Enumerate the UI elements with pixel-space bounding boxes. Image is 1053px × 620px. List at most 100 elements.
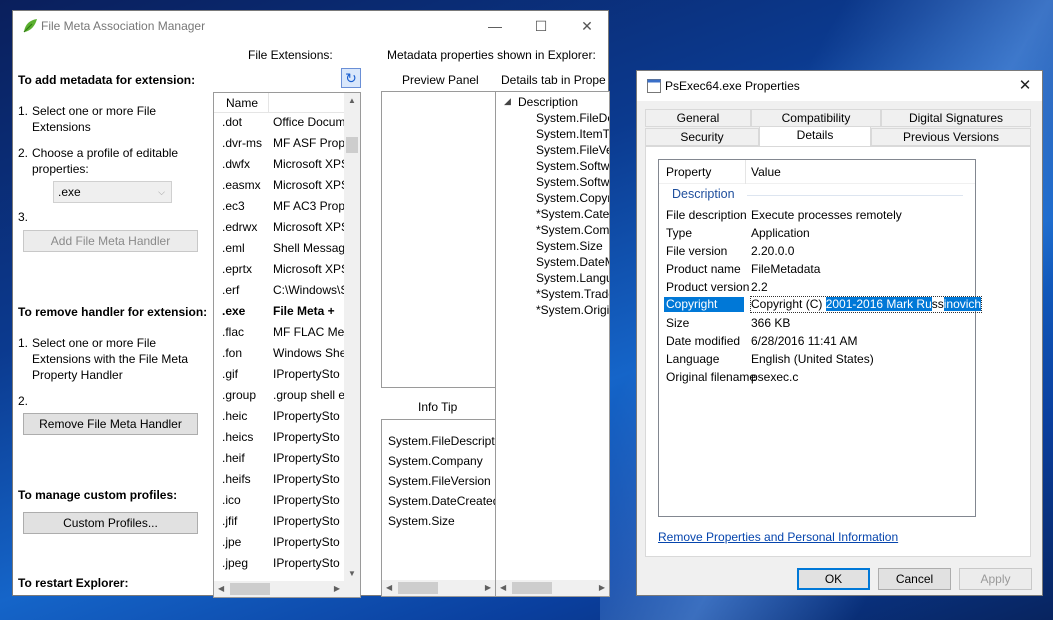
tab-security[interactable]: Security	[645, 128, 759, 146]
info-tip-hscroll[interactable]: ◀ ▶	[382, 580, 495, 596]
info-tip-item[interactable]: System.FileDescripti	[388, 434, 495, 448]
scroll-left-icon[interactable]: ◀	[218, 584, 224, 593]
details-tree-item[interactable]: System.Softw	[536, 159, 609, 173]
extension-handler: IPropertySto	[273, 367, 340, 381]
remove-heading: To remove handler for extension:	[18, 305, 208, 319]
extension-name: .heifs	[222, 472, 251, 486]
property-row[interactable]: Type Application	[659, 224, 975, 242]
details-tree-item[interactable]: System.ItemTy	[536, 127, 609, 141]
hscroll-thumb[interactable]	[512, 582, 552, 594]
hscroll-thumb[interactable]	[230, 583, 270, 595]
property-row[interactable]: Product name FileMetadata	[659, 260, 975, 278]
column-value-header[interactable]: Value	[751, 165, 781, 179]
add-step1-text-a: Select one or more File	[32, 104, 157, 118]
info-tip-item[interactable]: System.Size	[388, 514, 455, 528]
scroll-right-icon[interactable]: ▶	[334, 584, 340, 593]
info-tip-list[interactable]: System.FileDescripti System.Company System…	[381, 419, 496, 597]
close-button[interactable]: ✕	[573, 15, 601, 37]
property-row-selected[interactable]: Copyright Copyright (C) 2001-2016 Mark R…	[659, 296, 983, 314]
apply-button[interactable]: Apply	[959, 568, 1032, 590]
property-row[interactable]: File version 2.20.0.0	[659, 242, 975, 260]
details-tree-item[interactable]: System.DateM	[536, 255, 609, 269]
details-tree-item[interactable]: *System.Origi	[536, 303, 609, 317]
custom-profiles-button[interactable]: Custom Profiles...	[23, 512, 198, 534]
maximize-button[interactable]: ☐	[527, 15, 555, 37]
details-tree-item[interactable]: System.Langu	[536, 271, 609, 285]
profile-select[interactable]: .exe ⌵	[53, 181, 172, 203]
remove-handler-button[interactable]: Remove File Meta Handler	[23, 413, 198, 435]
cancel-button[interactable]: Cancel	[878, 568, 951, 590]
extension-handler: Windows She	[273, 346, 347, 360]
property-row[interactable]: Original filename psexec.c	[659, 368, 975, 386]
props-close-button[interactable]: ✕	[1011, 75, 1039, 97]
remove-properties-link[interactable]: Remove Properties and Personal Informati…	[658, 530, 898, 544]
property-value: 6/28/2016 11:41 AM	[751, 334, 858, 348]
details-tab-body: Property Value Description File descript…	[645, 146, 1031, 557]
scroll-left-icon[interactable]: ◀	[386, 583, 392, 592]
extension-name: .eprtx	[222, 262, 253, 276]
refresh-icon[interactable]: ↻	[341, 68, 361, 88]
extension-list-hscroll[interactable]: ◀ ▶	[214, 581, 360, 597]
extension-list-vscroll[interactable]: ▲ ▼	[344, 93, 360, 581]
ok-button[interactable]: OK	[797, 568, 870, 590]
property-row[interactable]: Size 366 KB	[659, 314, 975, 332]
details-tree-item[interactable]: System.Copyr	[536, 191, 609, 205]
tab-details[interactable]: Details	[759, 126, 871, 146]
details-tree-item[interactable]: *System.Com	[536, 223, 609, 237]
property-row[interactable]: Language English (United States)	[659, 350, 975, 368]
property-key: Size	[666, 316, 690, 330]
tab-previous-versions[interactable]: Previous Versions	[871, 128, 1031, 146]
property-row[interactable]: File description Execute processes remote…	[659, 206, 975, 224]
extension-name: .dvr-ms	[222, 136, 262, 150]
extension-handler: Microsoft XPS	[273, 178, 349, 192]
scroll-left-icon[interactable]: ◀	[500, 583, 506, 592]
tab-digital-signatures[interactable]: Digital Signatures	[881, 109, 1031, 127]
preview-panel-list[interactable]	[381, 91, 496, 388]
scroll-down-icon[interactable]: ▼	[348, 569, 356, 578]
property-key: Product version	[666, 280, 750, 294]
extension-handler: Shell Messag	[273, 241, 346, 255]
fm-titlebar[interactable]: File Meta Association Manager — ☐ ✕	[13, 11, 608, 41]
extension-handler: Microsoft XPS	[273, 262, 349, 276]
collapse-arrow-icon[interactable]: ◢	[504, 96, 511, 107]
tab-general[interactable]: General	[645, 109, 751, 127]
property-key: Copyright	[664, 297, 744, 312]
scroll-right-icon[interactable]: ▶	[485, 583, 491, 592]
property-value: 2.20.0.0	[751, 244, 795, 258]
extension-name: .heic	[222, 409, 248, 423]
extension-handler: IPropertySto	[273, 514, 340, 528]
info-tip-item[interactable]: System.DateCreated	[388, 494, 495, 508]
info-tip-item[interactable]: System.FileVersion	[388, 474, 491, 488]
props-titlebar[interactable]: PsExec64.exe Properties ✕	[637, 71, 1042, 101]
extension-name: .heif	[222, 451, 245, 465]
details-tree-item[interactable]: System.FileVe	[536, 143, 609, 157]
details-hscroll[interactable]: ◀ ▶	[496, 580, 609, 596]
details-tree-item[interactable]: *System.Trade	[536, 287, 609, 301]
details-tree[interactable]: ◢ Description System.FileDe System.ItemTy…	[495, 91, 610, 597]
extension-handler: Microsoft XPS	[273, 220, 349, 234]
details-tree-item[interactable]: System.Softw	[536, 175, 609, 189]
scroll-right-icon[interactable]: ▶	[599, 583, 605, 592]
add-handler-button[interactable]: Add File Meta Handler	[23, 230, 198, 252]
property-row[interactable]: Product version 2.2	[659, 278, 975, 296]
extension-handler: MF AC3 Prop	[273, 199, 346, 213]
column-property-header[interactable]: Property	[666, 165, 711, 179]
extension-list[interactable]: Name .dot Office Docum .dvr-ms MF ASF Prope…	[213, 92, 361, 598]
details-tree-item[interactable]: System.FileDe	[536, 111, 609, 125]
fm-title: File Meta Association Manager	[41, 19, 206, 33]
scroll-thumb[interactable]	[346, 137, 358, 153]
property-value: FileMetadata	[751, 262, 821, 276]
app-leaf-icon	[23, 19, 37, 33]
info-tip-item[interactable]: System.Company	[388, 454, 483, 468]
details-tree-item[interactable]: *System.Categ	[536, 207, 609, 221]
column-name-header[interactable]: Name	[226, 96, 258, 110]
copyright-edit-field[interactable]: Copyright (C) 2001-2016 Mark Russinovich	[749, 296, 983, 313]
tab-compatibility[interactable]: Compatibility	[751, 109, 881, 127]
minimize-button[interactable]: —	[481, 15, 509, 37]
remove-step2-num: 2.	[18, 394, 29, 408]
property-row[interactable]: Date modified 6/28/2016 11:41 AM	[659, 332, 975, 350]
hscroll-thumb[interactable]	[398, 582, 438, 594]
details-tree-item[interactable]: System.Size	[536, 239, 603, 253]
scroll-up-icon[interactable]: ▲	[348, 96, 356, 105]
property-list[interactable]: Property Value Description File descript…	[658, 159, 983, 517]
